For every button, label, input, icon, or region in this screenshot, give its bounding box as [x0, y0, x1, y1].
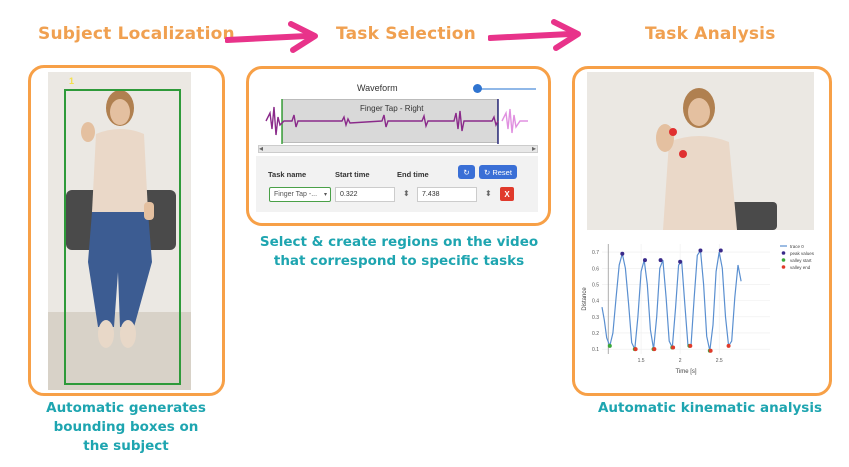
col-task-name: Task name — [268, 170, 307, 179]
x-tick-label: 1.5 — [638, 358, 645, 364]
x-axis-label: Time [s] — [675, 369, 696, 375]
waveform-scrollbar[interactable] — [258, 145, 538, 153]
valley-end-point — [671, 345, 676, 350]
valley-end-point — [708, 348, 713, 353]
task-name-value: Finger Tap -... — [274, 191, 318, 198]
legend-label: trace 0 — [790, 244, 804, 249]
legend-swatch — [781, 251, 786, 255]
legend-swatch — [781, 258, 786, 262]
col-start-time: Start time — [335, 170, 370, 179]
peak-point — [698, 248, 703, 253]
caption-line: Select & create regions on the video — [259, 234, 539, 250]
end-time-value: 7.438 — [422, 191, 440, 198]
y-tick-label: 0.5 — [592, 282, 599, 288]
y-tick-label: 0.2 — [592, 331, 599, 337]
legend-label: valley start — [790, 258, 812, 263]
start-time-value: 0.322 — [340, 191, 358, 198]
plot-area — [602, 244, 770, 354]
pin-end-icon[interactable]: ⬍ — [485, 189, 492, 198]
caption-localization: Automatic generates bounding boxes on th… — [24, 399, 228, 456]
y-tick-label: 0.4 — [592, 299, 599, 305]
valley-end-point — [633, 347, 638, 352]
zoom-slider-track[interactable] — [476, 88, 536, 90]
subject-figure-icon — [587, 72, 814, 230]
arrow-right-icon — [488, 19, 581, 51]
refresh-button[interactable]: ↻ — [458, 165, 475, 179]
delete-row-button[interactable]: X — [500, 187, 514, 201]
caption-analysis: Automatic kinematic analysis — [584, 399, 836, 418]
refresh-icon: ↻ — [484, 167, 491, 177]
y-tick-label: 0.1 — [592, 347, 599, 353]
y-tick-label: 0.7 — [592, 250, 599, 256]
caption-line: that correspond to specific tasks — [273, 253, 525, 269]
stage-title-analysis: Task Analysis — [645, 24, 776, 44]
scroll-right-icon[interactable]: ▸ — [532, 144, 536, 153]
x-tick-label: 2 — [679, 358, 682, 364]
peak-point — [620, 251, 625, 256]
caption-line: Automatic generates — [46, 400, 206, 416]
bbox-id-label: 1 — [69, 76, 75, 86]
reset-button[interactable]: ↻ Reset — [479, 165, 517, 179]
arrow-right-icon — [225, 21, 318, 53]
zoom-slider-thumb[interactable] — [473, 84, 482, 93]
caption-line: the subject — [83, 438, 169, 454]
delete-label: X — [504, 189, 510, 199]
y-tick-label: 0.3 — [592, 315, 599, 321]
caption-line: bounding boxes on — [53, 419, 199, 435]
start-time-input[interactable]: 0.322 — [335, 187, 395, 202]
waveform-label: Waveform — [357, 83, 398, 93]
chevron-down-icon: ▾ — [323, 192, 327, 198]
legend-swatch — [781, 265, 786, 269]
end-time-input[interactable]: 7.438 — [417, 187, 477, 202]
y-axis-label: Distance — [582, 287, 588, 311]
x-tick-label: 2.5 — [716, 358, 723, 364]
peak-point — [718, 248, 723, 253]
legend-label: valley end — [790, 265, 811, 270]
peak-point — [642, 258, 647, 263]
valley-end-point — [726, 343, 731, 348]
refresh-icon: ↻ — [463, 167, 470, 177]
valley-end-point — [652, 347, 657, 352]
waveform-graphic-icon — [265, 99, 528, 144]
scroll-left-icon[interactable]: ◂ — [259, 144, 263, 153]
col-end-time: End time — [397, 170, 429, 179]
peak-point — [658, 258, 663, 263]
subject-bounding-box — [64, 89, 181, 385]
stage-title-selection: Task Selection — [336, 24, 476, 44]
caption-selection: Select & create regions on the video tha… — [240, 233, 558, 271]
kinematic-chart: 0.1 0.2 0.3 0.4 0.5 0.6 0.7 1.5 2 2.5 Time [s] Dist… — [582, 244, 815, 375]
reset-label: Reset — [492, 167, 512, 177]
y-tick-label: 0.6 — [592, 266, 599, 272]
peak-point — [678, 259, 683, 264]
legend-label: peak values — [790, 251, 815, 256]
task-name-select[interactable]: Finger Tap -... ▾ — [269, 187, 331, 202]
valley-end-point — [688, 343, 693, 348]
valley-start-point — [607, 343, 612, 348]
analysis-photo — [587, 72, 814, 230]
pin-start-icon[interactable]: ⬍ — [403, 189, 410, 198]
stage-title-localization: Subject Localization — [38, 24, 235, 44]
caption-line: Automatic kinematic analysis — [597, 400, 823, 416]
